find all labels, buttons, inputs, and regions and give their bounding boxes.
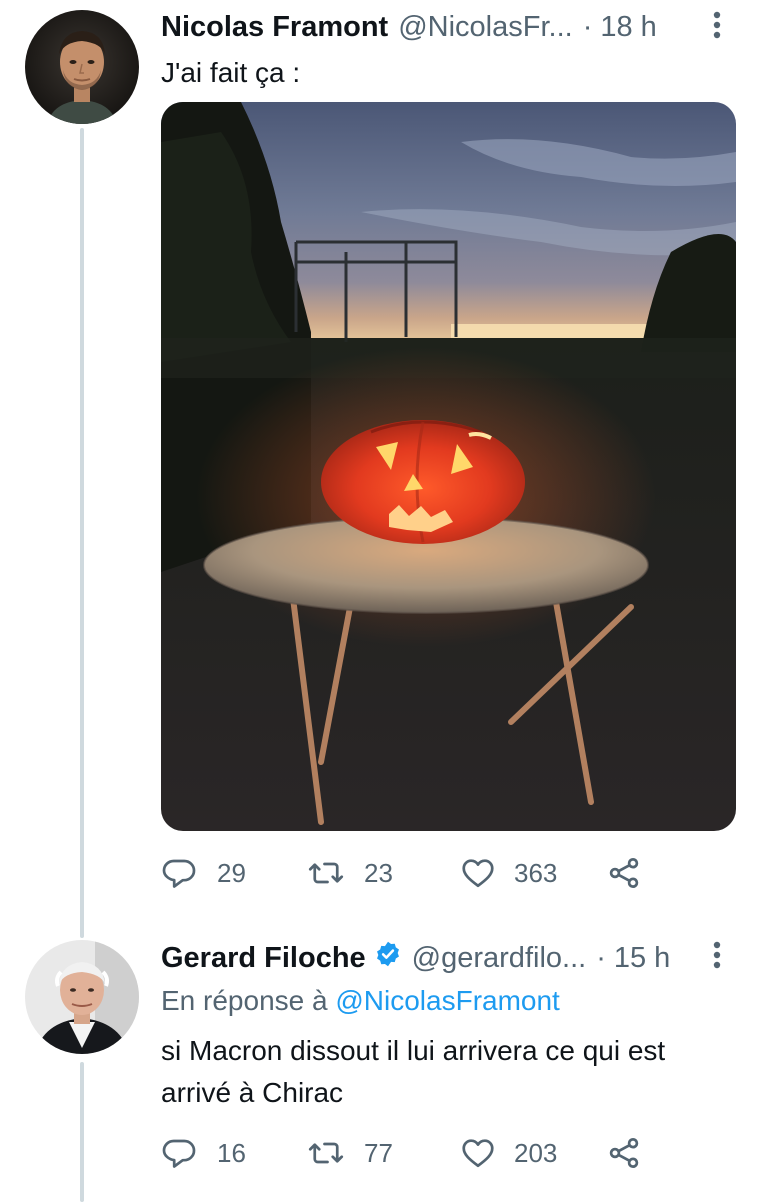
thread-connector-line-lower bbox=[80, 1062, 84, 1202]
reply-icon bbox=[162, 1139, 196, 1168]
retweet-button[interactable]: 77 bbox=[308, 1135, 460, 1171]
reply-button[interactable]: 16 bbox=[161, 1135, 308, 1171]
avatar[interactable] bbox=[25, 10, 139, 124]
avatar[interactable] bbox=[25, 940, 139, 1054]
pumpkin-photo-image bbox=[161, 102, 736, 831]
retweet-count: 23 bbox=[364, 857, 393, 888]
tweet-actions: 16 77 203 bbox=[161, 1135, 642, 1171]
reply-context: En réponse à @NicolasFramont bbox=[161, 984, 560, 1018]
user-handle[interactable]: @gerardfilo... bbox=[412, 941, 587, 975]
tweet-text: si Macron dissout il lui arrivera ce qui… bbox=[161, 1030, 665, 1114]
retweet-count: 77 bbox=[364, 1137, 393, 1168]
reply-mention-link[interactable]: @NicolasFramont bbox=[335, 985, 559, 1016]
separator-dot: · bbox=[582, 11, 593, 43]
separator-dot: · bbox=[596, 942, 606, 974]
reply-icon bbox=[162, 859, 196, 888]
timestamp[interactable]: 18 h bbox=[600, 10, 656, 44]
like-button[interactable]: 363 bbox=[460, 855, 606, 891]
reply-count: 16 bbox=[217, 1137, 246, 1168]
avatar-nicolas-image bbox=[25, 10, 139, 124]
display-name[interactable]: Gerard Filoche bbox=[161, 941, 366, 975]
like-count: 203 bbox=[514, 1137, 558, 1168]
reply-count: 29 bbox=[217, 857, 246, 888]
tweet-photo[interactable] bbox=[161, 102, 736, 831]
like-icon bbox=[462, 1139, 494, 1168]
like-icon bbox=[462, 859, 494, 888]
tweet-header: Nicolas Framont @NicolasFr... · 18 h bbox=[161, 10, 657, 44]
user-handle[interactable]: @NicolasFr... bbox=[398, 10, 572, 44]
like-count: 363 bbox=[514, 857, 558, 888]
thread-connector-line bbox=[80, 128, 84, 938]
verified-badge-icon bbox=[374, 940, 402, 976]
tweet-header: Gerard Filoche @gerardfilo... · 15 h bbox=[161, 940, 670, 976]
share-icon bbox=[609, 1138, 639, 1168]
timestamp[interactable]: 15 h bbox=[614, 941, 670, 975]
retweet-icon bbox=[308, 1142, 344, 1164]
share-button[interactable] bbox=[606, 855, 642, 891]
avatar-gerard-image bbox=[25, 940, 139, 1054]
reply-prefix: En réponse à bbox=[161, 985, 328, 1016]
share-button[interactable] bbox=[606, 1135, 642, 1171]
like-button[interactable]: 203 bbox=[460, 1135, 606, 1171]
retweet-icon bbox=[308, 862, 344, 884]
retweet-button[interactable]: 23 bbox=[308, 855, 460, 891]
tweet-text-line: si Macron dissout il lui arrivera ce qui… bbox=[161, 1035, 666, 1066]
more-icon[interactable] bbox=[709, 10, 725, 45]
more-icon[interactable] bbox=[709, 940, 725, 975]
tweet-actions: 29 23 363 bbox=[161, 855, 642, 891]
tweet-text: J'ai fait ça : bbox=[161, 57, 301, 88]
reply-button[interactable]: 29 bbox=[161, 855, 308, 891]
tweet-text-line: arrivé à Chirac bbox=[161, 1077, 344, 1108]
display-name[interactable]: Nicolas Framont bbox=[161, 10, 388, 44]
share-icon bbox=[609, 858, 639, 888]
